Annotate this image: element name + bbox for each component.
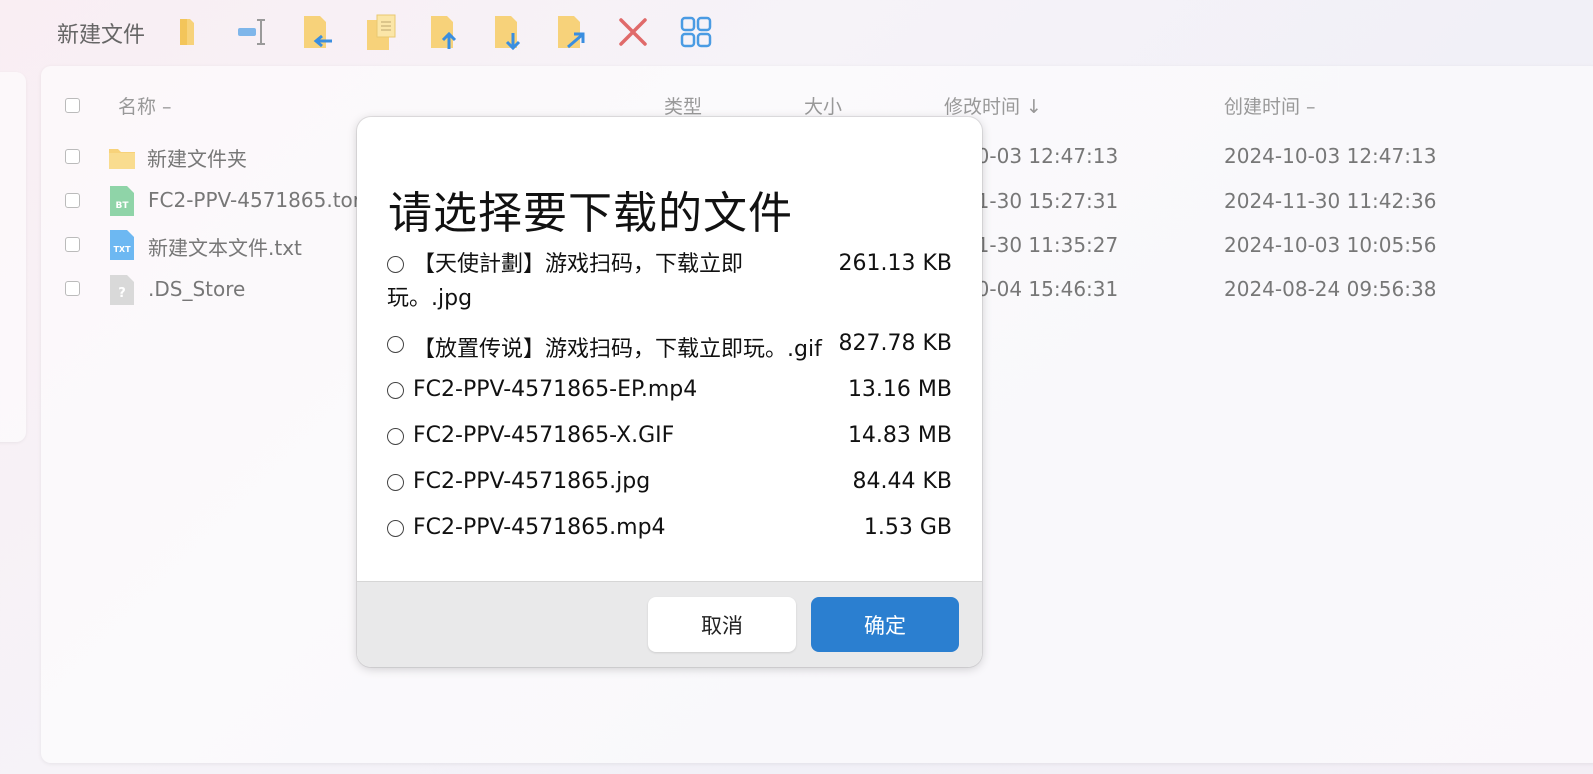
file-option-size: 84.44 KB [852,469,953,494]
file-name[interactable]: .DS_Store [148,277,245,301]
file-option-name: FC2-PPV-4571865-X.GIF [413,423,675,448]
bt-file-icon: BT [110,186,134,216]
created-time: 2024-10-03 10:05:56 [1224,233,1437,257]
radio-button[interactable] [387,336,404,353]
toolbar: 新建文件 [0,0,1593,64]
select-all-checkbox[interactable] [65,98,80,113]
folder-icon [109,149,135,169]
svg-text:?: ? [118,286,126,301]
file-option-size: 13.16 MB [847,377,952,402]
row-checkbox[interactable] [65,149,80,164]
row-checkbox[interactable] [65,193,80,208]
download-dialog: 请选择要下载的文件 【天使計劃】游戏扫码，下载立即玩。.jpg 261.13 K… [357,117,982,667]
file-option-size: 14.83 MB [847,423,952,448]
file-option-name: 【天使計劃】游戏扫码，下载立即玩。.jpg [387,252,744,311]
file-option-size: 261.13 KB [838,251,953,276]
created-time: 2024-11-30 11:42:36 [1224,189,1437,213]
file-option-size: 1.53 GB [863,515,952,540]
column-header-modified[interactable]: 修改时间 ↓ [944,92,1042,119]
svg-text:BT: BT [116,201,130,211]
file-option[interactable]: 【放置传说】游戏扫码，下载立即玩。.gif 827.78 KB [387,331,952,363]
dialog-title: 请选择要下载的文件 [388,188,793,239]
svg-text:TXT: TXT [113,245,131,254]
created-time: 2024-10-03 12:47:13 [1224,144,1437,168]
cancel-button[interactable]: 取消 [648,597,796,652]
breadcrumb[interactable]: 新建文件 [57,17,145,49]
file-option-name: 【放置传说】游戏扫码，下载立即玩。.gif [413,337,822,362]
radio-button[interactable] [387,428,404,445]
column-header-size[interactable]: 大小 [804,92,842,119]
grid-view-icon[interactable] [677,12,715,52]
file-option[interactable]: FC2-PPV-4571865.mp4 1.53 GB [387,515,952,547]
dialog-footer: 取消 确定 [357,581,982,667]
file-name[interactable]: 新建文本文件.txt [148,232,302,261]
row-checkbox[interactable] [65,237,80,252]
side-panel [0,72,26,442]
file-option[interactable]: 【天使計劃】游戏扫码，下载立即玩。.jpg 261.13 KB [387,251,952,317]
txt-file-icon: TXT [110,230,134,260]
file-option[interactable]: FC2-PPV-4571865.jpg 84.44 KB [387,469,952,501]
column-header-created[interactable]: 创建时间 – [1224,92,1316,119]
rename-icon[interactable] [234,12,272,52]
file-name[interactable]: FC2-PPV-4571865.tor [148,188,361,212]
new-folder-icon[interactable] [168,12,206,52]
file-option[interactable]: FC2-PPV-4571865-EP.mp4 13.16 MB [387,377,952,409]
radio-button[interactable] [387,520,404,537]
file-option-name: FC2-PPV-4571865-EP.mp4 [413,377,698,402]
confirm-button[interactable]: 确定 [811,597,959,652]
column-header-name[interactable]: 名称 – [118,92,172,119]
row-checkbox[interactable] [65,281,80,296]
delete-icon[interactable] [614,12,652,52]
share-icon[interactable] [553,12,591,52]
radio-button[interactable] [387,474,404,491]
file-option[interactable]: FC2-PPV-4571865-X.GIF 14.83 MB [387,423,952,455]
file-option-name: FC2-PPV-4571865.mp4 [413,515,666,540]
move-back-icon[interactable] [299,12,337,52]
download-icon[interactable] [490,12,528,52]
column-header-type[interactable]: 类型 [664,92,702,119]
file-option-size: 827.78 KB [838,331,953,356]
file-option-name: FC2-PPV-4571865.jpg [413,469,651,494]
file-name[interactable]: 新建文件夹 [147,143,247,172]
upload-icon[interactable] [426,12,464,52]
created-time: 2024-08-24 09:56:38 [1224,277,1437,301]
unknown-file-icon: ? [110,275,134,305]
copy-icon[interactable] [362,12,400,52]
radio-button[interactable] [387,382,404,399]
